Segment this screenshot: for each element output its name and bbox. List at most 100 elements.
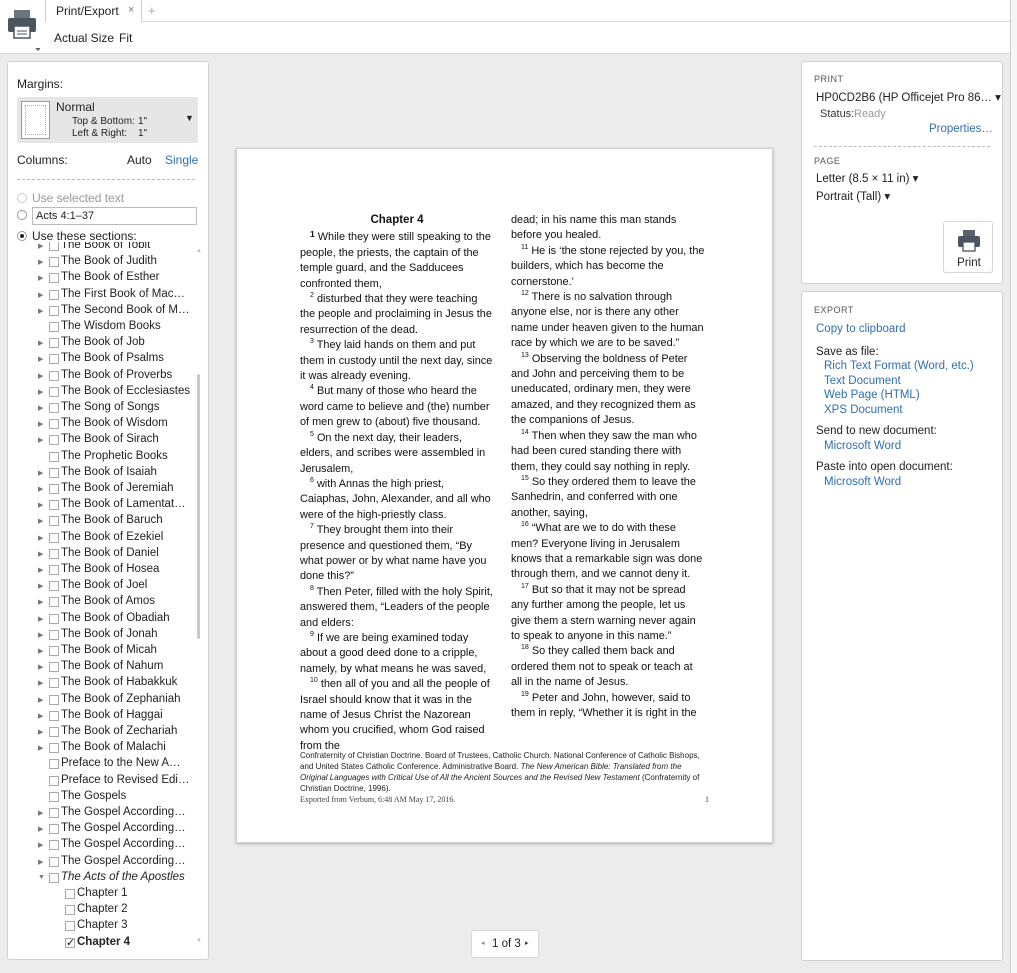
tree-item[interactable]: ▶ The Book of Baruch: [8, 514, 194, 530]
tree-item-checkbox[interactable]: [49, 662, 59, 673]
tree-item-checkbox[interactable]: [49, 484, 59, 494]
word-new-document-link[interactable]: Microsoft Word: [824, 440, 901, 452]
tree-item[interactable]: ▶ The Book of Hosea: [8, 563, 194, 579]
expand-right-icon[interactable]: ▶: [38, 517, 43, 525]
tree-item[interactable]: ▶ The Book of Judith: [8, 255, 194, 271]
tree-item[interactable]: ▶ The Book of Amos: [8, 595, 194, 611]
tree-item[interactable]: ▶ The Gospel According…: [8, 838, 194, 854]
expand-right-icon[interactable]: ▶: [38, 355, 43, 363]
tree-item-checkbox[interactable]: [49, 386, 59, 397]
tree-item[interactable]: Preface to the New A…: [8, 757, 194, 773]
tree-item-checkbox[interactable]: [49, 694, 59, 705]
expand-right-icon[interactable]: ▶: [38, 809, 43, 817]
expand-right-icon[interactable]: ▶: [38, 388, 43, 396]
expand-right-icon[interactable]: ▶: [38, 566, 43, 574]
paper-size-dropdown[interactable]: Letter (8.5 × 11 in) ▾: [816, 171, 918, 185]
rtf-export-link[interactable]: Rich Text Format (Word, etc.): [824, 360, 974, 372]
tree-item-checkbox[interactable]: [49, 808, 59, 818]
tree-scrollbar[interactable]: ▲ ▼: [196, 244, 202, 954]
tree-item[interactable]: ▶ The Book of Tobit: [8, 242, 194, 255]
expand-right-icon[interactable]: ▶: [38, 615, 43, 623]
expand-right-icon[interactable]: ▶: [38, 291, 43, 299]
tree-item[interactable]: ▶ The Book of Esther: [8, 271, 194, 287]
columns-single-option[interactable]: Single: [165, 153, 198, 167]
tree-item-checkbox[interactable]: [49, 354, 59, 365]
tree-item-checkbox[interactable]: [49, 289, 59, 300]
tree-item-checkbox[interactable]: [49, 435, 59, 446]
expand-right-icon[interactable]: ▶: [38, 485, 43, 493]
tree-item-checkbox[interactable]: [49, 305, 59, 316]
tree-item-checkbox[interactable]: [49, 403, 59, 413]
print-button[interactable]: Print: [943, 221, 993, 273]
tree-item-checkbox[interactable]: [65, 936, 75, 949]
properties-link[interactable]: Properties…: [929, 123, 993, 135]
tree-item-checkbox[interactable]: [49, 419, 59, 430]
tree-item-checkbox[interactable]: [49, 824, 59, 835]
tree-item[interactable]: ▶ The Song of Songs: [8, 401, 194, 417]
tree-item[interactable]: ▶ The Book of Habakkuk: [8, 676, 194, 692]
tree-item[interactable]: ▶ The Book of Jonah: [8, 628, 194, 644]
expand-right-icon[interactable]: ▶: [38, 825, 43, 833]
tree-item-checkbox[interactable]: [49, 872, 59, 883]
tree-item[interactable]: ▶ The Gospel According…: [8, 822, 194, 838]
expand-right-icon[interactable]: ▶: [38, 501, 43, 509]
range-radio[interactable]: [17, 210, 27, 220]
expand-right-icon[interactable]: ▶: [38, 858, 43, 866]
tree-item-checkbox[interactable]: [49, 322, 59, 332]
expand-right-icon[interactable]: ▶: [38, 841, 43, 849]
xps-export-link[interactable]: XPS Document: [824, 404, 903, 416]
tree-item-checkbox[interactable]: [49, 710, 59, 721]
tree-item[interactable]: Chapter 4: [8, 936, 194, 950]
printer-app-icon[interactable]: [4, 6, 41, 52]
expand-right-icon[interactable]: ▶: [38, 598, 43, 606]
tree-item-checkbox[interactable]: [49, 581, 59, 592]
tree-item[interactable]: ▶ The Gospel According…: [8, 855, 194, 871]
copy-to-clipboard-link[interactable]: Copy to clipboard: [816, 323, 906, 335]
tree-item[interactable]: ▶ The Book of Daniel: [8, 547, 194, 563]
tree-item-checkbox[interactable]: [49, 856, 59, 867]
tree-item-checkbox[interactable]: [49, 242, 59, 251]
tree-item[interactable]: ▶ The Book of Haggai: [8, 709, 194, 725]
tree-item[interactable]: ▶ The Book of Sirach: [8, 433, 194, 449]
tree-item[interactable]: ▶ The Book of Ecclesiastes: [8, 385, 194, 401]
expand-right-icon[interactable]: ▶: [38, 631, 43, 639]
printer-dropdown[interactable]: HP0CD2B6 (HP Officejet Pro 86… ▾: [816, 90, 1001, 104]
tree-item[interactable]: ▶ The Book of Micah: [8, 644, 194, 660]
tree-item[interactable]: ▶ The Book of Malachi: [8, 741, 194, 757]
columns-auto-option[interactable]: Auto: [127, 153, 152, 167]
tree-item-checkbox[interactable]: [49, 775, 59, 786]
expand-right-icon[interactable]: ▶: [38, 307, 43, 315]
expand-right-icon[interactable]: ▶: [38, 534, 43, 542]
html-export-link[interactable]: Web Page (HTML): [824, 389, 920, 401]
fit-button[interactable]: Fit: [119, 31, 132, 45]
expand-right-icon[interactable]: ▶: [38, 258, 43, 266]
tab-print-export[interactable]: Print/Export ×: [45, 0, 142, 22]
expand-right-icon[interactable]: ▶: [38, 420, 43, 428]
tree-item[interactable]: Chapter 2: [8, 903, 194, 919]
tree-item-checkbox[interactable]: [65, 921, 75, 932]
tree-item-checkbox[interactable]: [49, 646, 59, 656]
tree-item-checkbox[interactable]: [49, 791, 59, 802]
tree-item-checkbox[interactable]: [49, 743, 59, 754]
expand-right-icon[interactable]: ▶: [38, 744, 43, 752]
tree-item[interactable]: The Wisdom Books: [8, 320, 194, 336]
scroll-thumb[interactable]: [197, 374, 200, 639]
scroll-up-icon[interactable]: ▲: [196, 248, 202, 254]
tree-item-checkbox[interactable]: [49, 678, 59, 689]
scroll-down-icon[interactable]: ▼: [196, 938, 202, 944]
text-export-link[interactable]: Text Document: [824, 375, 901, 387]
margins-dropdown[interactable]: Normal Top & Bottom: 1" Left & Right: 1"…: [17, 97, 198, 143]
tree-item[interactable]: The Prophetic Books: [8, 450, 194, 466]
expand-right-icon[interactable]: ▶: [38, 663, 43, 671]
tree-item[interactable]: ▶ The Book of Nahum: [8, 660, 194, 676]
tree-item-checkbox[interactable]: [65, 889, 75, 899]
orientation-dropdown[interactable]: Portrait (Tall) ▾: [816, 189, 890, 203]
expand-right-icon[interactable]: ▶: [38, 469, 43, 477]
tree-item[interactable]: ▶ The Book of Zechariah: [8, 725, 194, 741]
tree-item[interactable]: ▼ The Acts of the Apostles: [8, 871, 194, 887]
tree-item-checkbox[interactable]: [49, 840, 59, 851]
tree-item-checkbox[interactable]: [49, 500, 59, 511]
tree-item-checkbox[interactable]: [49, 613, 59, 624]
tree-item-checkbox[interactable]: [49, 532, 59, 543]
actual-size-button[interactable]: Actual Size: [54, 31, 114, 45]
